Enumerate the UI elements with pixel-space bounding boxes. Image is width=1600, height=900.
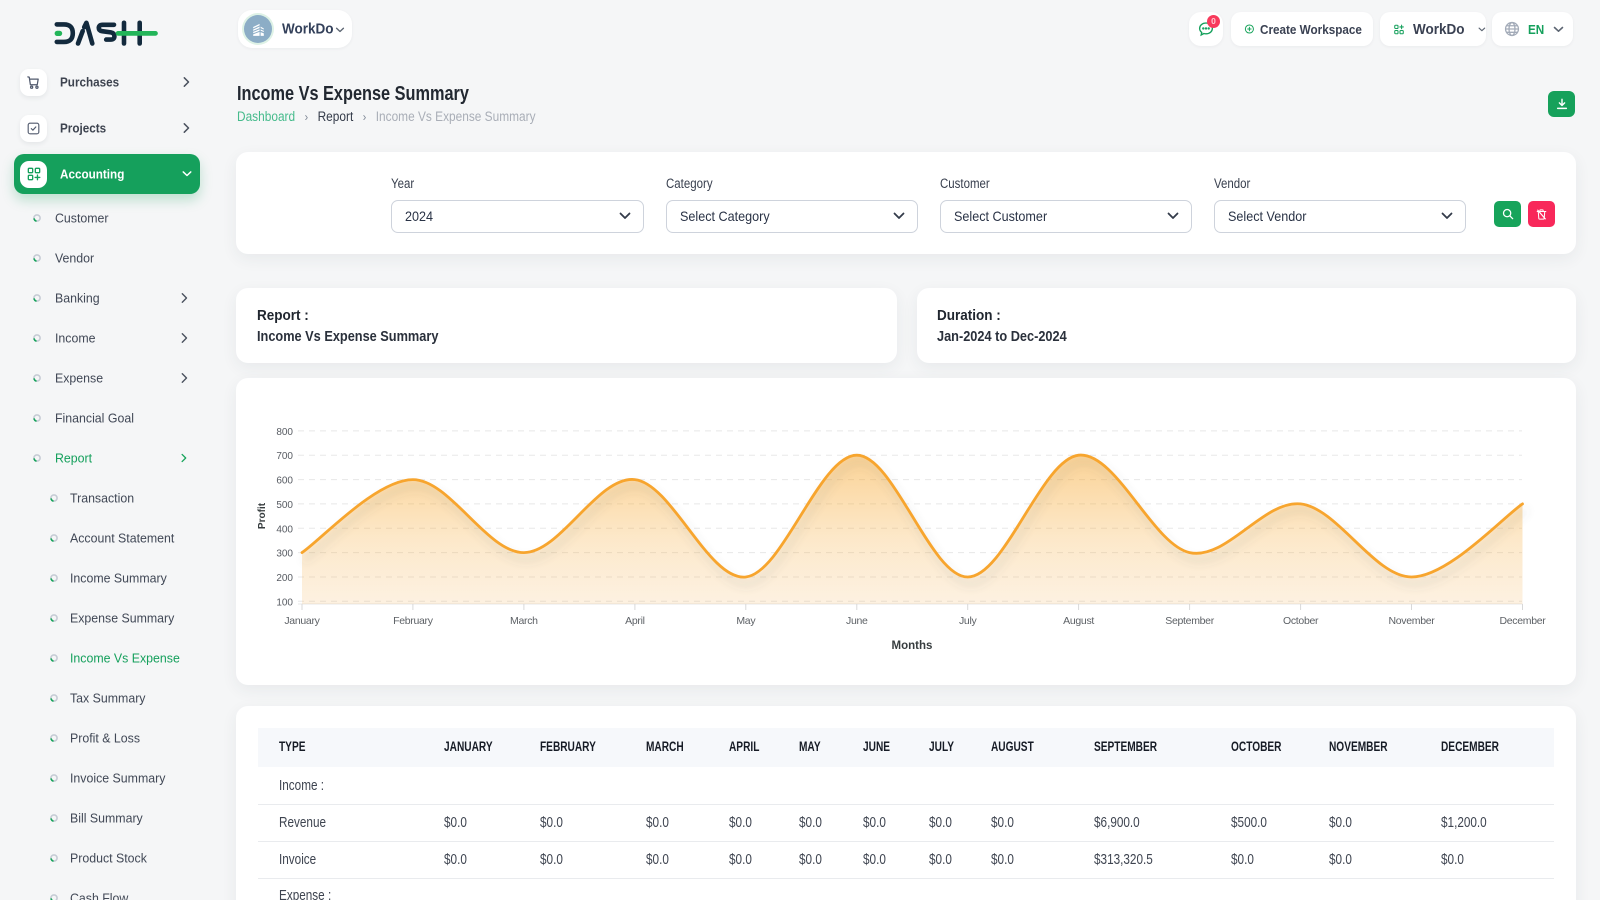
svg-text:600: 600 bbox=[276, 476, 293, 487]
svg-text:October: October bbox=[1283, 615, 1319, 627]
svg-text:December: December bbox=[1499, 615, 1546, 627]
svg-text:700: 700 bbox=[276, 451, 293, 462]
svg-text:November: November bbox=[1388, 615, 1435, 627]
svg-text:500: 500 bbox=[276, 500, 293, 511]
svg-text:June: June bbox=[846, 615, 868, 627]
svg-text:January: January bbox=[284, 615, 320, 627]
svg-text:February: February bbox=[393, 615, 434, 627]
svg-text:200: 200 bbox=[276, 573, 293, 584]
svg-text:100: 100 bbox=[276, 597, 293, 608]
svg-text:May: May bbox=[736, 615, 756, 627]
svg-text:Months: Months bbox=[892, 640, 933, 652]
svg-text:April: April bbox=[625, 615, 645, 627]
svg-text:September: September bbox=[1165, 615, 1214, 627]
svg-text:800: 800 bbox=[276, 427, 293, 438]
svg-text:July: July bbox=[959, 615, 978, 627]
svg-text:300: 300 bbox=[276, 549, 293, 560]
svg-text:March: March bbox=[510, 615, 538, 627]
svg-text:400: 400 bbox=[276, 524, 293, 535]
svg-text:Profit: Profit bbox=[257, 502, 268, 529]
svg-text:August: August bbox=[1063, 615, 1094, 627]
